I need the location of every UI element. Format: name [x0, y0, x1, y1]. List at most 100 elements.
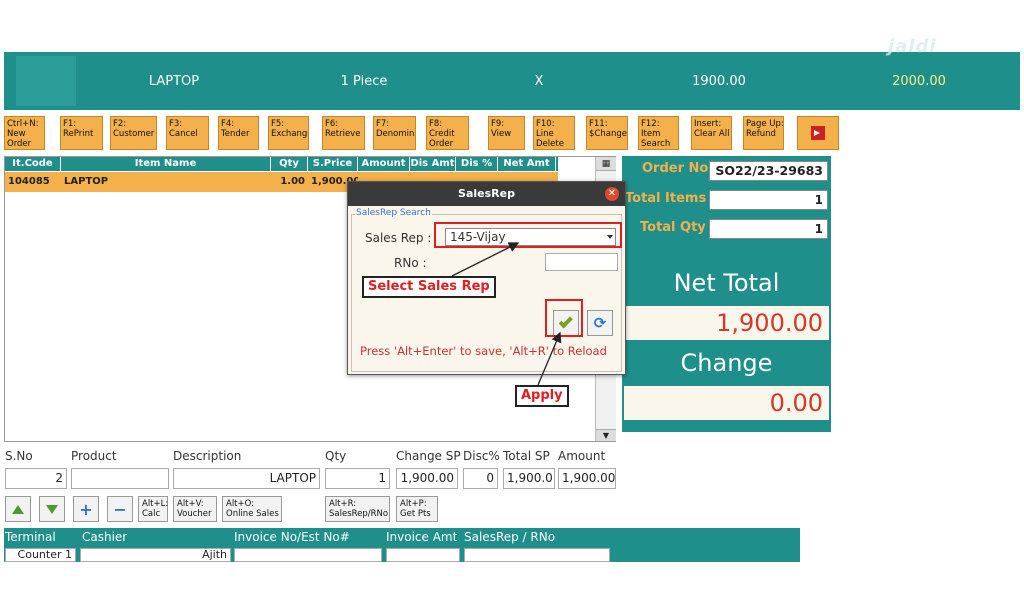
cashier-label: Cashier — [82, 530, 128, 544]
product-label: Product — [71, 449, 117, 463]
exit-icon — [811, 126, 825, 140]
top-multiply: X — [534, 73, 544, 89]
add-line-button[interactable]: + — [73, 496, 99, 522]
col-amount-header[interactable]: Amount — [358, 157, 410, 171]
rno-input[interactable] — [545, 253, 618, 271]
col-itcode-cell: 104085 — [8, 176, 50, 187]
col-item-name-cell: LAPTOP — [64, 176, 109, 187]
exit-button[interactable] — [797, 116, 839, 150]
terminal-label: Terminal — [5, 530, 56, 544]
refresh-icon: ⟳ — [593, 314, 607, 332]
fkey-reprint-button[interactable]: F1: RePrint — [60, 116, 103, 150]
arrow-up-icon — [12, 504, 24, 514]
fkey-refund-button[interactable]: Page Up: Refund — [743, 116, 784, 150]
fkey-denomination-button[interactable]: F7: Denomina — [373, 116, 416, 150]
net-total-value: 1,900.00 — [624, 306, 829, 340]
change-label: Change — [680, 349, 773, 377]
top-item-name: LAPTOP — [148, 73, 200, 89]
change-value: 0.00 — [624, 386, 829, 420]
salesrep-highlight — [434, 222, 622, 248]
fkey-cancel-button[interactable]: F3: Cancel — [166, 116, 209, 150]
dialog-hint: Press 'Alt+Enter' to save, 'Alt+R' to Re… — [360, 344, 607, 358]
rno-label: RNo : — [394, 256, 427, 270]
disc-field[interactable]: 0 — [463, 468, 498, 489]
scroll-down-icon[interactable]: ▼ — [596, 429, 616, 441]
top-item-qty: 1 Piece — [340, 73, 388, 89]
dialog-title: SalesRep — [348, 182, 625, 206]
apply-highlight — [545, 299, 583, 337]
select-sales-rep-callout: Select Sales Rep — [362, 276, 496, 298]
move-up-button[interactable] — [5, 496, 31, 522]
top-item-total: 2000.00 — [892, 73, 946, 89]
order-no-label: Order No — [642, 161, 709, 176]
fkey-clear-all-button[interactable]: Insert: Clear All — [691, 116, 732, 150]
salesrep-rno-button[interactable]: Alt+R: SalesRep/RNo — [325, 496, 390, 522]
cashier-value: Ajith — [80, 548, 231, 562]
move-down-button[interactable] — [39, 496, 65, 522]
change-sp-field[interactable]: 1,900.00 — [396, 468, 458, 489]
net-total-label: Net Total — [673, 269, 780, 297]
sno-field[interactable]: 2 — [5, 468, 67, 489]
column-chooser-icon[interactable]: ▦ — [596, 157, 616, 171]
description-label: Description — [173, 449, 242, 463]
col-dis-pct-header[interactable]: Dis % — [456, 157, 498, 171]
col-itcode-header[interactable]: It.Code — [5, 157, 61, 171]
status-footer: Terminal Cashier Invoice No/Est No# Invo… — [4, 528, 800, 562]
reload-button[interactable]: ⟳ — [587, 310, 613, 336]
calc-button[interactable]: Alt+L: Calc — [138, 496, 168, 522]
invoice-amt-label: Invoice Amt — [386, 530, 458, 544]
order-no-value: SO22/23-29683 — [709, 161, 828, 181]
fkey-customer-button[interactable]: F2: Customer — [110, 116, 157, 150]
invoice-amt-value — [386, 548, 460, 562]
col-net-amt-header[interactable]: Net Amt — [498, 157, 556, 171]
fkey-retrieve-button[interactable]: F6: Retrieve — [322, 116, 365, 150]
top-item-price: 1900.00 — [692, 73, 746, 89]
fkey-tender-button[interactable]: F4: Tender — [218, 116, 259, 150]
change-sp-label: Change SP — [396, 449, 461, 463]
fkey-new-order-button[interactable]: Ctrl+N: New Order — [4, 116, 45, 150]
voucher-button[interactable]: Alt+V: Voucher — [173, 496, 217, 522]
salesrep-rno-value — [464, 548, 610, 562]
plus-icon: + — [79, 499, 93, 519]
brand-watermark: jaldi — [888, 36, 937, 57]
fkey-change-button[interactable]: F11: $Change — [586, 116, 628, 150]
col-sprice-header[interactable]: S.Price — [308, 157, 358, 171]
total-qty-value: 1 — [709, 219, 828, 239]
disc-label: Disc% — [463, 449, 500, 463]
fkey-item-search-button[interactable]: F12: Item Search — [638, 116, 679, 150]
top-item-bar: LAPTOP 1 Piece X 1900.00 2000.00 — [4, 52, 1020, 110]
total-qty-label: Total Qty — [640, 220, 706, 235]
col-item-name-header[interactable]: Item Name — [61, 157, 271, 171]
col-qty-cell: 1.00 — [280, 176, 305, 187]
qty-field[interactable]: 1 — [325, 468, 390, 489]
description-field[interactable]: LAPTOP — [173, 468, 320, 489]
arrow-down-icon — [46, 504, 58, 514]
fkey-credit-order-button[interactable]: F8: Credit Order — [426, 116, 469, 150]
grid-header: It.Code Item Name Qty S.Price Amount Dis Amt D… — [5, 157, 558, 171]
group-label: SalesRep Search — [355, 208, 432, 218]
salesrep-label: Sales Rep : — [365, 231, 432, 245]
remove-line-button[interactable]: − — [107, 496, 133, 522]
item-thumbnail — [16, 56, 76, 106]
invoice-no-label: Invoice No/Est No# — [234, 530, 350, 544]
total-sp-field[interactable]: 1,900.0 — [503, 468, 555, 489]
qty-label: Qty — [325, 449, 347, 463]
salesrep-rno-label: SalesRep / RNo — [464, 530, 556, 544]
amount-field[interactable]: 1,900.00 — [558, 468, 616, 489]
close-icon[interactable]: ✕ — [605, 187, 619, 201]
sno-label: S.No — [5, 449, 33, 463]
col-qty-header[interactable]: Qty — [271, 157, 308, 171]
fkey-line-delete-button[interactable]: F10: Line Delete — [533, 116, 575, 150]
apply-callout: Apply — [515, 385, 569, 407]
total-items-value: 1 — [709, 190, 828, 210]
amount-label: Amount — [558, 449, 606, 463]
online-sales-button[interactable]: Alt+O: Online Sales — [222, 496, 282, 522]
col-dis-amt-header[interactable]: Dis Amt — [410, 157, 456, 171]
invoice-no-value — [234, 548, 382, 562]
minus-icon: − — [113, 499, 127, 519]
terminal-value: Counter 1 — [5, 548, 76, 562]
fkey-view-button[interactable]: F9: View — [488, 116, 525, 150]
product-field[interactable] — [71, 468, 169, 489]
get-points-button[interactable]: Alt+P: Get Pts — [396, 496, 438, 522]
fkey-exchange-button[interactable]: F5: Exchange — [268, 116, 309, 150]
